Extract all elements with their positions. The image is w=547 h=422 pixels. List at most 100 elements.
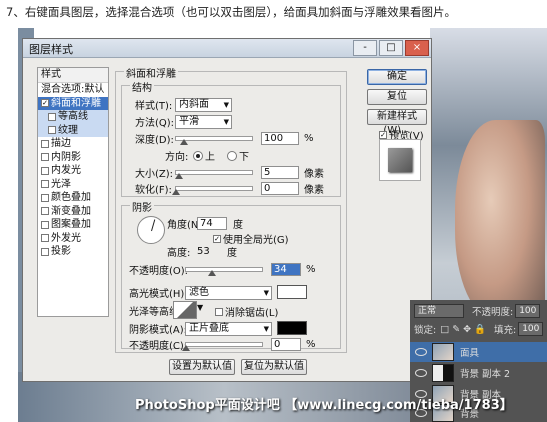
style-item-label: 描边 (51, 138, 71, 149)
size-unit: 像素 (304, 169, 324, 180)
highlight-opacity-thumb[interactable] (207, 270, 216, 276)
shadow-opacity-input[interactable]: 0 (271, 338, 301, 351)
style-item-checkbox[interactable]: ✓ (41, 99, 49, 108)
depth-slider[interactable] (175, 136, 253, 145)
style-item[interactable]: 外发光 (38, 232, 108, 246)
altitude-value[interactable]: 53 (197, 246, 227, 257)
soften-input[interactable]: 0 (261, 182, 299, 195)
shadow-color-swatch[interactable] (277, 321, 307, 335)
reset-button[interactable]: 复位 (367, 89, 427, 105)
style-item-checkbox[interactable] (41, 234, 49, 243)
style-item-checkbox[interactable] (41, 180, 49, 189)
opacity-input[interactable]: 100 (515, 304, 541, 318)
style-item[interactable]: 颜色叠加 (38, 191, 108, 205)
style-item-label: 斜面和浮雕 (51, 97, 101, 109)
reset-default-button[interactable]: 复位为默认值 (241, 359, 307, 375)
style-item[interactable]: 内发光 (38, 164, 108, 178)
photo-face (455, 120, 545, 320)
style-item[interactable]: 光泽 (38, 178, 108, 192)
style-item-checkbox[interactable] (48, 126, 56, 135)
style-item-label: 内阴影 (51, 151, 81, 163)
style-item-checkbox[interactable] (41, 153, 49, 162)
style-item[interactable]: 描边 (38, 137, 108, 151)
direction-down-radio[interactable] (227, 150, 237, 161)
style-item-checkbox[interactable] (48, 112, 56, 121)
angle-input[interactable]: 74 (197, 217, 227, 230)
direction-label: 方向: (165, 152, 189, 163)
shadow-opacity-thumb[interactable] (182, 345, 190, 351)
styles-header[interactable]: 样式 (38, 68, 108, 83)
layer-thumbnail (432, 343, 454, 361)
style-item[interactable]: 等高线 (38, 110, 108, 124)
structure-title: 结构 (130, 79, 154, 94)
layer-name: 背景 副本 2 (460, 369, 511, 380)
size-input[interactable]: 5 (261, 166, 299, 179)
global-light-checkbox[interactable]: ✓ (213, 234, 221, 243)
method-select-value: 平滑 (179, 115, 199, 127)
shadow-mode-value: 正片叠底 (189, 322, 229, 334)
direction-up-radio[interactable] (193, 150, 203, 161)
chevron-down-icon: ▼ (263, 324, 269, 333)
style-preview-swatch (388, 148, 412, 172)
style-item-checkbox[interactable] (41, 207, 49, 216)
make-default-button[interactable]: 设置为默认值 (169, 359, 235, 375)
soften-slider-thumb[interactable] (172, 189, 180, 195)
style-item[interactable]: ✓ 斜面和浮雕 (38, 96, 108, 110)
close-button[interactable]: × (405, 40, 429, 56)
style-item-checkbox[interactable] (41, 247, 49, 256)
highlight-opacity-slider[interactable] (185, 267, 263, 276)
highlight-mode-label: 高光模式(H): (129, 289, 188, 300)
depth-slider-thumb[interactable] (179, 139, 188, 145)
maximize-button[interactable]: □ (379, 40, 403, 56)
antialias-checkbox[interactable] (215, 307, 223, 316)
style-item-label: 混合选项:默认 (41, 84, 105, 95)
depth-label: 深度(D): (135, 135, 174, 146)
style-item-checkbox[interactable] (41, 193, 49, 202)
highlight-mode-value: 滤色 (189, 286, 209, 298)
size-slider-thumb[interactable] (175, 173, 184, 179)
depth-input[interactable]: 100 (261, 132, 299, 145)
style-item-checkbox[interactable] (41, 220, 49, 229)
style-item[interactable]: 内阴影 (38, 151, 108, 165)
gloss-contour-picker[interactable] (173, 301, 197, 319)
style-select-value: 内斜面 (179, 98, 209, 110)
style-item-checkbox[interactable] (41, 139, 49, 148)
shadow-opacity-unit: % (306, 339, 316, 350)
angle-dial[interactable] (137, 216, 165, 244)
layer-row[interactable]: 背景 副本 2 (410, 363, 547, 383)
dialog-titlebar[interactable]: 图层样式 - □ × (23, 39, 431, 58)
shadow-opacity-slider[interactable] (182, 342, 263, 351)
fill-input[interactable]: 100 (518, 322, 544, 336)
preview-checkbox[interactable]: ✓ (379, 130, 387, 139)
method-select[interactable]: 平滑 ▼ (175, 114, 232, 129)
style-item-label: 内发光 (51, 165, 81, 176)
shadow-mode-select[interactable]: 正片叠底 ▼ (185, 321, 272, 336)
style-select[interactable]: 内斜面 ▼ (175, 97, 232, 112)
ok-button[interactable]: 确定 (367, 69, 427, 85)
size-label: 大小(Z): (135, 169, 174, 180)
chevron-down-icon[interactable]: ▼ (197, 303, 203, 312)
layer-row[interactable]: 面具 (410, 342, 547, 362)
size-slider[interactable] (175, 170, 253, 179)
highlight-mode-select[interactable]: 滤色 ▼ (185, 285, 272, 300)
eye-icon[interactable] (415, 369, 427, 377)
blend-mode-select[interactable]: 正常 (414, 304, 464, 318)
style-item[interactable]: 混合选项:默认 (38, 83, 108, 97)
new-style-button[interactable]: 新建样式(W)... (367, 109, 427, 136)
style-item-label: 光泽 (51, 178, 71, 190)
shading-title: 阴影 (130, 199, 154, 214)
highlight-color-swatch[interactable] (277, 285, 307, 299)
direction-up-label: 上 (205, 152, 215, 163)
soften-unit: 像素 (304, 185, 324, 196)
highlight-opacity-input[interactable]: 34 (271, 263, 301, 276)
style-item[interactable]: 纹理 (38, 123, 108, 137)
antialias-label: 消除锯齿(L) (225, 308, 279, 319)
soften-slider[interactable] (172, 186, 253, 195)
eye-icon[interactable] (415, 348, 427, 356)
lock-icons[interactable]: □ ✎ ✥ 🔒 (440, 324, 486, 335)
style-item[interactable]: 投影 (38, 245, 108, 259)
style-item[interactable]: 图案叠加 (38, 218, 108, 232)
style-item[interactable]: 渐变叠加 (38, 205, 108, 219)
style-item-checkbox[interactable] (41, 166, 49, 175)
minimize-button[interactable]: - (353, 40, 377, 56)
